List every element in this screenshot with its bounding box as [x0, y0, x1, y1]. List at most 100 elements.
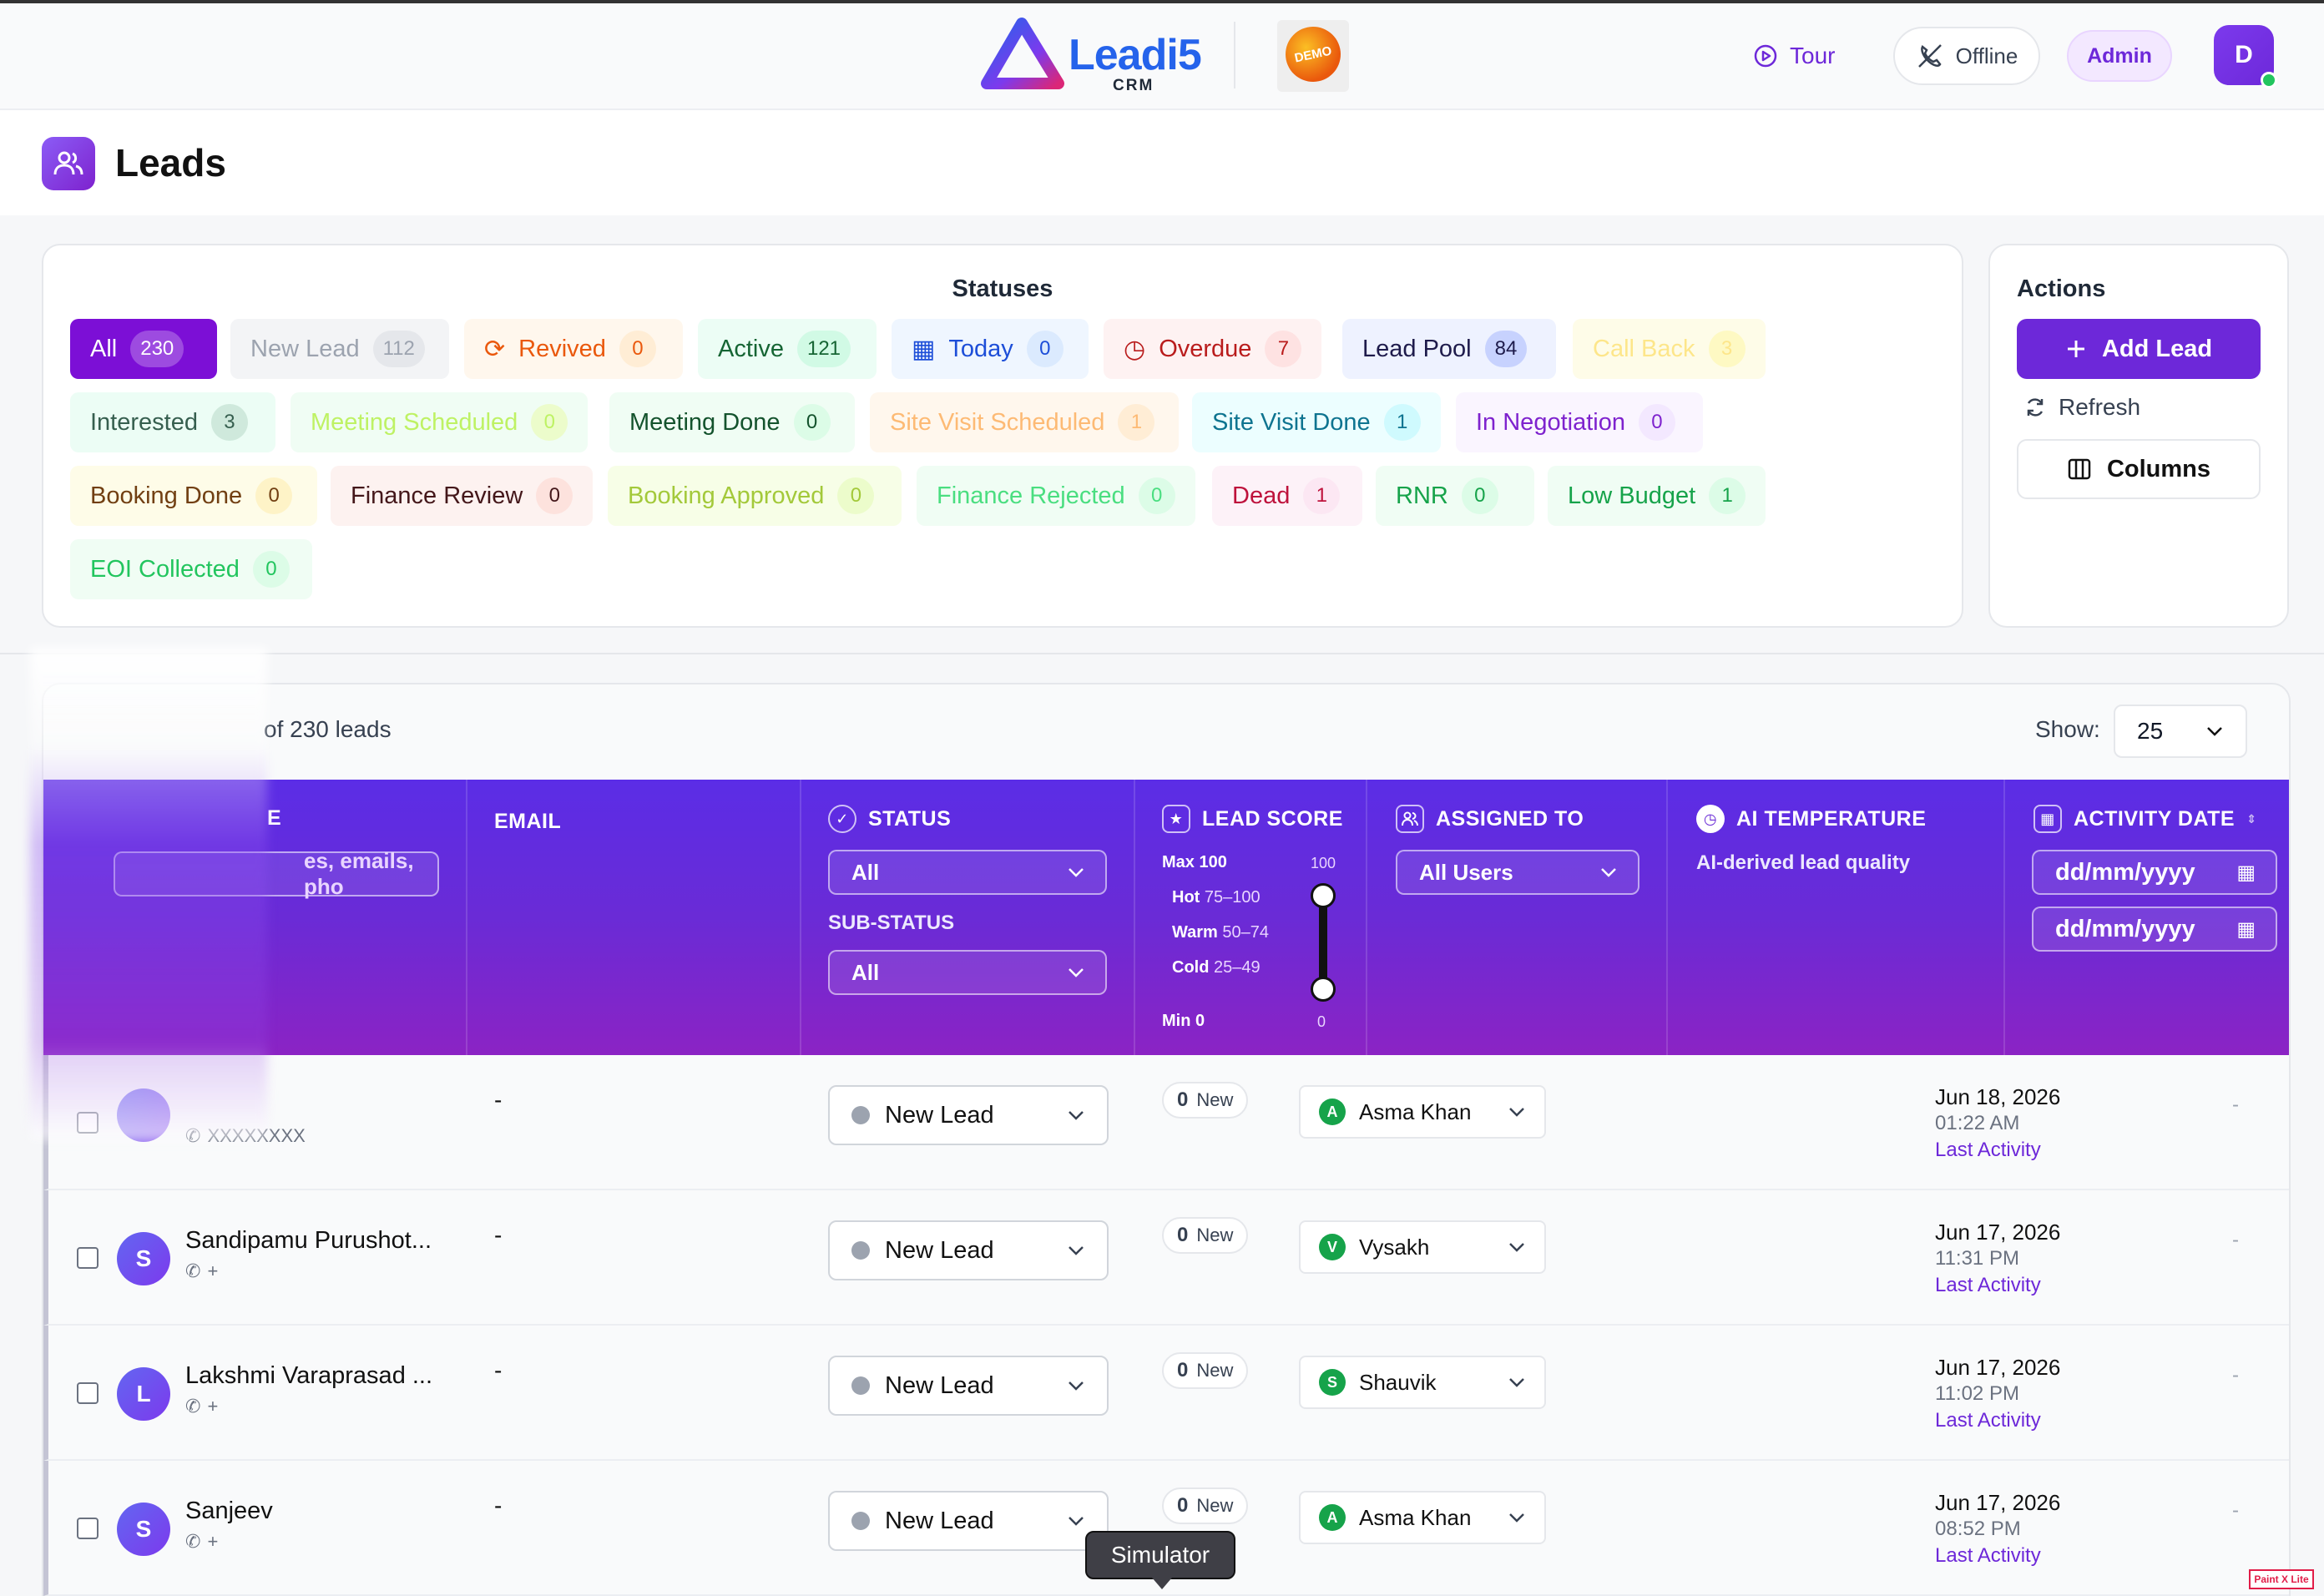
status-chip-call-back[interactable]: Call Back 3 [1573, 319, 1766, 379]
lead-status-select[interactable]: New Lead [828, 1085, 1109, 1145]
status-chip-booking-done[interactable]: Booking Done 0 [70, 466, 317, 526]
lead-email: - [494, 1492, 503, 1518]
status-chip-label: Today [948, 335, 1013, 362]
lead-name[interactable]: Sandipamu Purushot... [185, 1227, 432, 1255]
status-chip-all[interactable]: All 230 [70, 319, 217, 379]
status-chip-dead[interactable]: Dead 1 [1212, 466, 1362, 526]
name-column-header[interactable]: E [267, 806, 281, 831]
status-chip-count: 0 [1461, 477, 1498, 514]
status-chip-label: Call Back [1593, 335, 1695, 362]
status-chip-active[interactable]: Active 121 [698, 319, 877, 379]
assigned-to-column-header[interactable]: ASSIGNED TO [1396, 805, 1584, 833]
last-activity-link[interactable]: Last Activity [1935, 1407, 2060, 1434]
status-chip-interested[interactable]: Interested 3 [70, 392, 275, 452]
status-chip-site-visit-scheduled[interactable]: Site Visit Scheduled 1 [870, 392, 1179, 452]
status-filter-value: All [851, 859, 880, 885]
lead-phone-value: + [207, 1260, 219, 1281]
status-chip-count: 0 [255, 477, 293, 514]
status-chip-booking-approved[interactable]: Booking Approved 0 [608, 466, 902, 526]
logo-text: Leadi5 [1069, 31, 1202, 79]
status-chip-label: Booking Done [90, 482, 243, 509]
status-chip-count: 112 [372, 331, 425, 367]
chevron-down-icon [1069, 868, 1084, 877]
page-size-label: Show: [2035, 716, 2100, 742]
row-extra-value: - [2232, 1229, 2239, 1251]
status-chip-meeting-done[interactable]: Meeting Done 0 [609, 392, 855, 452]
score-range-track[interactable] [1319, 895, 1327, 990]
lead-name[interactable]: Sanjeev [185, 1498, 273, 1525]
extension-badge[interactable]: Paint X Lite [2249, 1569, 2314, 1589]
chevron-down-icon [1069, 1246, 1084, 1255]
row-checkbox[interactable] [77, 1382, 99, 1404]
refresh-button[interactable]: Refresh [2023, 394, 2140, 421]
lead-phone[interactable]: ✆ + [185, 1260, 218, 1282]
assignee-select[interactable]: A Asma Khan [1299, 1085, 1546, 1139]
status-filter-select[interactable]: All [828, 850, 1107, 895]
status-chip-overdue[interactable]: ◷ Overdue 7 [1104, 319, 1322, 379]
status-chip-rnr[interactable]: RNR 0 [1376, 466, 1534, 526]
status-chip-meeting-scheduled[interactable]: Meeting Scheduled 0 [290, 392, 589, 452]
sort-icon[interactable]: ⇕ [2246, 812, 2256, 826]
status-chip-finance-rejected[interactable]: Finance Rejected 0 [917, 466, 1195, 526]
columns-button[interactable]: Columns [2017, 439, 2261, 499]
lead-status-select[interactable]: New Lead [828, 1491, 1109, 1551]
activity-date: Jun 17, 2026 [1935, 1220, 2061, 1245]
status-column-header[interactable]: ✓ STATUS [828, 805, 951, 833]
lead-phone[interactable]: ✆ + [185, 1531, 218, 1553]
play-circle-icon [1754, 44, 1777, 68]
calendar-icon[interactable]: ▦ [2236, 861, 2256, 885]
ai-temperature-column-header[interactable]: ◷ AI TEMPERATURE [1696, 805, 1926, 833]
status-chip-in-negotiation[interactable]: In Negotiation 0 [1456, 392, 1703, 452]
page-size-select[interactable]: 25 [2114, 705, 2247, 758]
last-activity-link[interactable]: Last Activity [1935, 1272, 2060, 1299]
status-chip-lead-pool[interactable]: Lead Pool 84 [1342, 319, 1556, 379]
header-divider [466, 780, 467, 1055]
status-chip-label: Finance Review [351, 482, 523, 509]
lead-name[interactable]: Lakshmi Varaprasad ... [185, 1362, 432, 1390]
assignee-select[interactable]: A Asma Khan [1299, 1491, 1546, 1544]
refresh-label: Refresh [2059, 394, 2141, 420]
last-activity-link[interactable]: Last Activity [1935, 1137, 2060, 1164]
sub-status-filter-select[interactable]: All [828, 950, 1107, 995]
lead-score-column-header[interactable]: ★ LEAD SCORE [1162, 805, 1343, 833]
phone-off-icon [1917, 44, 1942, 68]
assignee-name: Vysakh [1359, 1234, 1430, 1260]
offline-toggle[interactable]: Offline [1893, 27, 2040, 85]
status-chip-count: 3 [210, 404, 248, 441]
assigned-to-filter-select[interactable]: All Users [1396, 850, 1639, 895]
calendar-icon[interactable]: ▦ [2236, 917, 2256, 942]
lead-status-select[interactable]: New Lead [828, 1356, 1109, 1416]
header-divider [1134, 780, 1135, 1055]
plus-icon [2067, 341, 2084, 357]
lead-email: - [494, 1357, 503, 1383]
status-chip-low-budget[interactable]: Low Budget 1 [1548, 466, 1766, 526]
activity-date-from-input[interactable]: dd/mm/yyyy ▦ [2032, 850, 2277, 895]
role-badge[interactable]: Admin [2067, 30, 2172, 82]
status-chip-count: 0 [252, 551, 290, 588]
row-checkbox[interactable] [77, 1247, 99, 1269]
lead-status-value: New Lead [885, 1101, 994, 1129]
score-max-handle[interactable] [1311, 883, 1336, 908]
status-chip-today[interactable]: ▦ Today 0 [892, 319, 1089, 379]
status-chip-site-visit-done[interactable]: Site Visit Done 1 [1192, 392, 1441, 452]
last-activity-link[interactable]: Last Activity [1935, 1543, 2060, 1569]
lead-score-badge: 0 New [1162, 1217, 1249, 1254]
row-checkbox[interactable] [77, 1518, 99, 1539]
tour-button[interactable]: Tour [1753, 33, 1835, 78]
status-chip-finance-review[interactable]: Finance Review 0 [331, 466, 594, 526]
activity-date-column-header[interactable]: ▦ ACTIVITY DATE ⇕ [2034, 805, 2256, 833]
add-lead-button[interactable]: Add Lead [2017, 319, 2261, 379]
lead-score-badge: 0 New [1162, 1487, 1249, 1524]
lead-status-select[interactable]: New Lead [828, 1220, 1109, 1280]
status-chip-new-lead[interactable]: New Lead 112 [230, 319, 449, 379]
assignee-select[interactable]: S Shauvik [1299, 1356, 1546, 1409]
status-chip-eoi-collected[interactable]: EOI Collected 0 [70, 539, 312, 599]
assignee-name: Asma Khan [1359, 1504, 1472, 1530]
status-chip-label: New Lead [250, 335, 360, 362]
assignee-select[interactable]: V Vysakh [1299, 1220, 1546, 1274]
email-column-header[interactable]: EMAIL [494, 810, 561, 834]
lead-phone[interactable]: ✆ + [185, 1396, 218, 1417]
status-chip-revived[interactable]: ⟳ Revived 0 [464, 319, 683, 379]
activity-date-to-input[interactable]: dd/mm/yyyy ▦ [2032, 907, 2277, 952]
score-min-handle[interactable] [1311, 977, 1336, 1002]
